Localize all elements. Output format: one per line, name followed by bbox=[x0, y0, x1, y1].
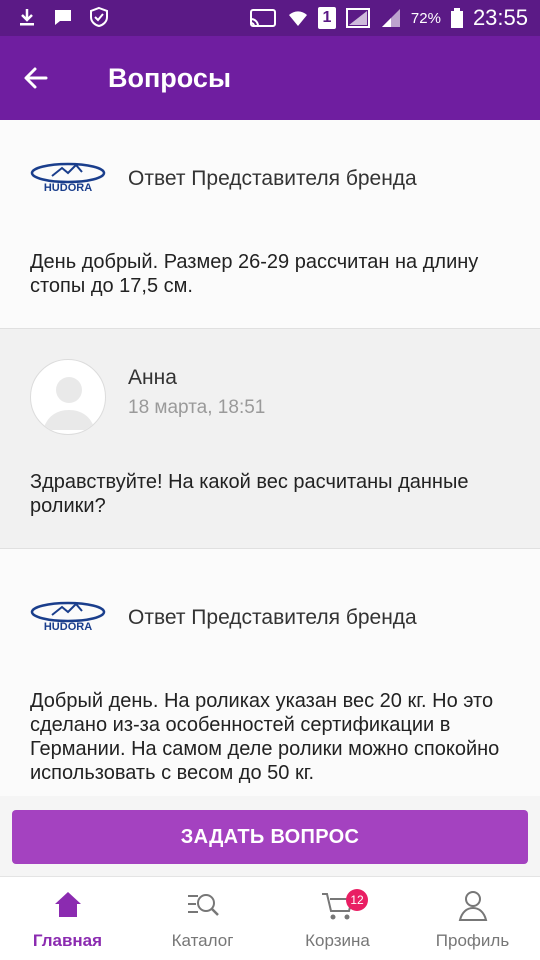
app-bar: Вопросы bbox=[0, 36, 540, 120]
bottom-navigation: Главная Каталог 12 Корзина Профиль bbox=[0, 876, 540, 960]
message-text: Добрый день. На роликах указан вес 20 кг… bbox=[30, 690, 500, 784]
battery-percent: 72% bbox=[410, 9, 441, 27]
message-text: День добрый. Размер 26-29 рассчитан на д… bbox=[30, 251, 479, 297]
nav-catalog[interactable]: Каталог bbox=[135, 877, 270, 960]
author-name: Анна bbox=[128, 366, 177, 389]
back-button[interactable] bbox=[18, 60, 54, 96]
profile-icon bbox=[458, 891, 487, 921]
nav-label: Корзина bbox=[305, 931, 370, 950]
clock: 23:55 bbox=[472, 5, 528, 30]
wifi-icon bbox=[288, 11, 307, 26]
author-name: Ответ Представителя бренда bbox=[128, 606, 417, 629]
arrow-left-icon bbox=[24, 67, 48, 89]
avatar bbox=[30, 359, 106, 435]
message-text: Здравствуйте! На какой вес расчитаны дан… bbox=[30, 471, 469, 517]
author-name: Ответ Представителя бренда bbox=[128, 167, 417, 190]
questions-list[interactable]: HUDORA Ответ Представителя бренда День д… bbox=[0, 120, 540, 796]
brand-answer-card: HUDORA Ответ Представителя бренда Добрый… bbox=[0, 549, 540, 796]
user-placeholder-icon bbox=[43, 377, 95, 430]
status-bar: 1 72% 23:55 bbox=[0, 0, 540, 36]
nav-home[interactable]: Главная bbox=[0, 877, 135, 960]
svg-text:HUDORA: HUDORA bbox=[44, 182, 92, 192]
message-icon bbox=[55, 10, 71, 25]
svg-text:HUDORA: HUDORA bbox=[44, 621, 92, 631]
shield-check-icon bbox=[90, 6, 108, 28]
brand-answer-card: HUDORA Ответ Представителя бренда День д… bbox=[0, 120, 540, 329]
ask-question-button[interactable]: ЗАДАТЬ ВОПРОС bbox=[12, 810, 528, 864]
nav-label: Каталог bbox=[171, 931, 234, 950]
hudora-logo: HUDORA bbox=[30, 601, 106, 631]
cast-icon bbox=[249, 9, 276, 27]
user-question-card: Анна 18 марта, 18:51 Здравствуйте! На ка… bbox=[0, 329, 540, 549]
battery-icon bbox=[450, 8, 463, 28]
question-date: 18 марта, 18:51 bbox=[128, 397, 266, 418]
hudora-logo: HUDORA bbox=[30, 162, 106, 192]
nav-label: Главная bbox=[32, 931, 103, 950]
nav-cart[interactable]: 12 Корзина bbox=[270, 877, 405, 960]
cell-signal-icon bbox=[381, 9, 400, 27]
home-icon bbox=[54, 892, 81, 917]
catalog-search-icon bbox=[187, 894, 219, 916]
sim-slot-indicator: 1 bbox=[317, 7, 336, 29]
download-icon bbox=[20, 9, 34, 26]
cart-count-badge: 12 bbox=[346, 889, 368, 911]
page-title: Вопросы bbox=[108, 63, 232, 93]
signal-icon bbox=[345, 8, 370, 28]
nav-profile[interactable]: Профиль bbox=[405, 877, 540, 960]
nav-label: Профиль bbox=[435, 931, 510, 950]
